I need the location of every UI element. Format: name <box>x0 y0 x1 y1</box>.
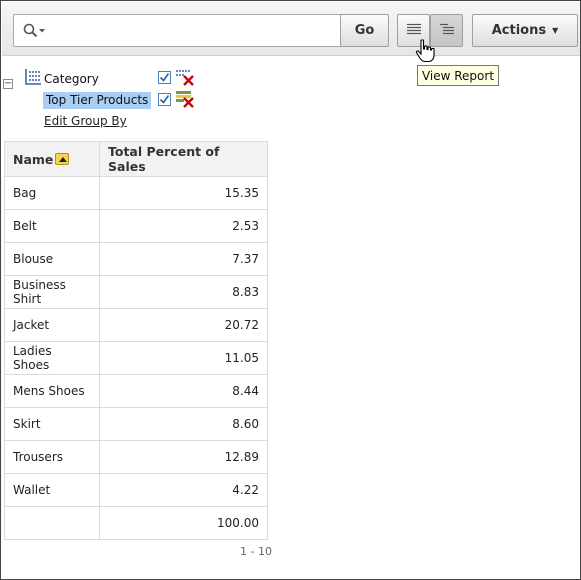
column-header-name[interactable]: Name <box>4 141 100 177</box>
total-row: 100.00 <box>4 506 268 540</box>
highlight-enable-checkbox[interactable] <box>158 93 171 106</box>
search-icon[interactable] <box>23 23 49 39</box>
report-table: Name Total Percent of Sales Bag 15.35 Bel… <box>4 141 268 540</box>
percent-cell: 8.44 <box>99 374 268 408</box>
name-cell: Jacket <box>4 308 100 342</box>
column-header-label: Name <box>13 151 54 167</box>
search-box[interactable] <box>13 14 340 47</box>
percent-cell: 11.05 <box>99 341 268 375</box>
percent-cell: 12.89 <box>99 440 268 474</box>
hand-pointer-cursor-icon <box>415 39 437 66</box>
percent-cell: 7.37 <box>99 242 268 276</box>
remove-group-by-icon[interactable] <box>175 68 195 89</box>
caret-down-icon: ▼ <box>552 26 559 35</box>
go-button[interactable]: Go <box>340 14 389 47</box>
name-cell: Mens Shoes <box>4 374 100 408</box>
sort-ascending-icon[interactable] <box>55 152 70 165</box>
group-by-label: Category <box>44 72 99 86</box>
group-by-icon <box>25 69 43 90</box>
percent-cell: 8.83 <box>99 275 268 309</box>
name-cell: Skirt <box>4 407 100 441</box>
name-cell: Ladies Shoes <box>4 341 100 375</box>
group-by-enable-checkbox[interactable] <box>158 71 171 84</box>
percent-cell: 20.72 <box>99 308 268 342</box>
percent-cell: 2.53 <box>99 209 268 243</box>
name-cell: Trousers <box>4 440 100 474</box>
pagination-range: 1 - 10 <box>240 545 272 558</box>
total-name-cell <box>4 506 100 540</box>
table-row: Mens Shoes 8.44 <box>4 374 268 408</box>
table-row: Blouse 7.37 <box>4 242 268 276</box>
table-row: Business Shirt 8.83 <box>4 275 268 309</box>
total-percent-cell: 100.00 <box>99 506 268 540</box>
table-row: Wallet 4.22 <box>4 473 268 507</box>
edit-group-by-link[interactable]: Edit Group By <box>44 114 127 128</box>
highlight-label: Top Tier Products <box>43 92 152 109</box>
table-row: Bag 15.35 <box>4 176 268 210</box>
table-row: Belt 2.53 <box>4 209 268 243</box>
table-row: Skirt 8.60 <box>4 407 268 441</box>
collapse-toggle-icon[interactable]: − <box>3 79 13 89</box>
column-header-total-percent[interactable]: Total Percent of Sales <box>99 141 268 177</box>
table-row: Trousers 12.89 <box>4 440 268 474</box>
percent-cell: 8.60 <box>99 407 268 441</box>
name-cell: Bag <box>4 176 100 210</box>
name-cell: Belt <box>4 209 100 243</box>
actions-menu-button[interactable]: Actions ▼ <box>472 14 578 47</box>
tooltip: View Report <box>417 65 499 86</box>
name-cell: Business Shirt <box>4 275 100 309</box>
remove-highlight-icon[interactable] <box>175 90 195 111</box>
column-header-label: Total Percent of Sales <box>108 144 220 174</box>
report-region: Go Actions ▼ View Report − Category Top … <box>0 0 581 580</box>
table-row: Ladies Shoes 11.05 <box>4 341 268 375</box>
percent-cell: 4.22 <box>99 473 268 507</box>
name-cell: Wallet <box>4 473 100 507</box>
table-header-row: Name Total Percent of Sales <box>4 141 268 177</box>
actions-label: Actions <box>491 23 547 38</box>
view-group-by-icon <box>439 23 455 39</box>
view-report-icon <box>406 23 422 39</box>
percent-cell: 15.35 <box>99 176 268 210</box>
name-cell: Blouse <box>4 242 100 276</box>
search-input[interactable] <box>52 21 332 41</box>
table-row: Jacket 20.72 <box>4 308 268 342</box>
report-toolbar: Go Actions ▼ <box>2 2 580 56</box>
